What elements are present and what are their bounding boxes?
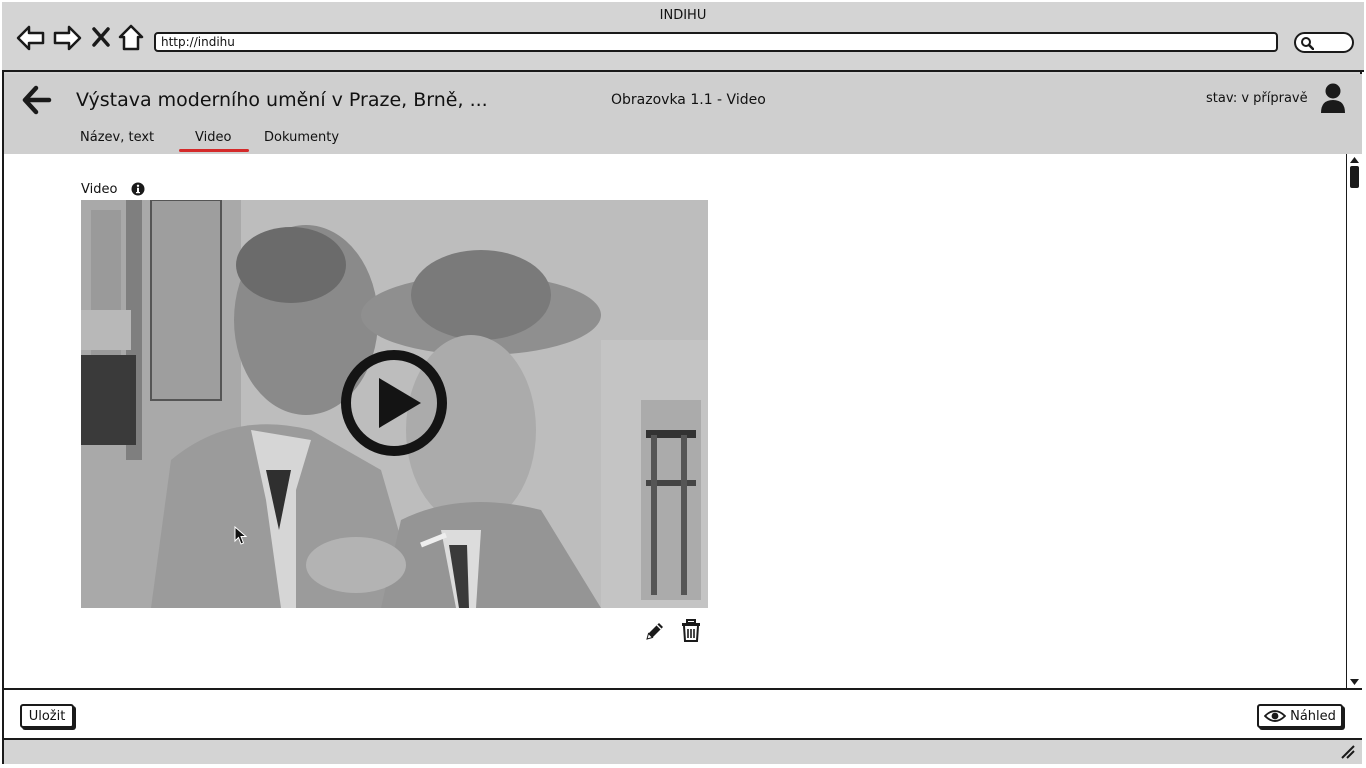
save-button[interactable]: Uložit: [20, 704, 74, 728]
preview-button-label: Náhled: [1290, 708, 1336, 724]
scroll-down-arrow-icon[interactable]: [1349, 678, 1360, 686]
delete-icon[interactable]: [681, 619, 701, 643]
back-icon[interactable]: [22, 84, 52, 116]
window-title: INDIHU: [659, 8, 707, 23]
play-button[interactable]: [339, 348, 449, 458]
url-input[interactable]: http://indihu: [154, 32, 1278, 52]
video-preview[interactable]: [81, 200, 708, 608]
forward-arrow-icon[interactable]: [52, 24, 82, 52]
vertical-scrollbar[interactable]: [1346, 154, 1362, 688]
save-button-label: Uložit: [28, 708, 66, 724]
bottom-action-bar: Uložit Náhled: [4, 688, 1362, 740]
edit-icon[interactable]: [644, 620, 666, 642]
resize-grip-icon[interactable]: [1340, 744, 1356, 760]
scroll-up-arrow-icon[interactable]: [1349, 156, 1360, 164]
back-arrow-icon[interactable]: [16, 24, 46, 52]
active-tab-indicator: [179, 149, 249, 152]
home-icon[interactable]: [118, 24, 144, 52]
app-header: Výstava moderního umění v Praze, Brně, .…: [4, 74, 1362, 154]
video-field-label: Video: [81, 182, 118, 197]
browser-search-field[interactable]: [1294, 32, 1354, 53]
exhibition-title: Výstava moderního umění v Praze, Brně, .…: [76, 89, 488, 111]
tab-video[interactable]: Video: [195, 130, 231, 145]
mouse-cursor-icon: [234, 526, 248, 545]
main-content: Video: [4, 154, 1346, 688]
scroll-thumb[interactable]: [1350, 166, 1359, 188]
browser-chrome: INDIHU http://indihu: [2, 2, 1364, 72]
tab-nazev-text[interactable]: Název, text: [80, 130, 154, 145]
screen-title: Obrazovka 1.1 - Video: [611, 92, 766, 108]
window-status-bar: [4, 740, 1362, 764]
tab-dokumenty[interactable]: Dokumenty: [264, 130, 339, 145]
search-icon: [1301, 37, 1314, 50]
preview-button[interactable]: Náhled: [1257, 704, 1343, 728]
info-icon[interactable]: [131, 182, 145, 196]
close-icon[interactable]: [91, 26, 111, 48]
status-label: stav: v přípravě: [1206, 91, 1308, 106]
user-icon[interactable]: [1319, 82, 1347, 114]
eye-icon: [1264, 710, 1287, 722]
